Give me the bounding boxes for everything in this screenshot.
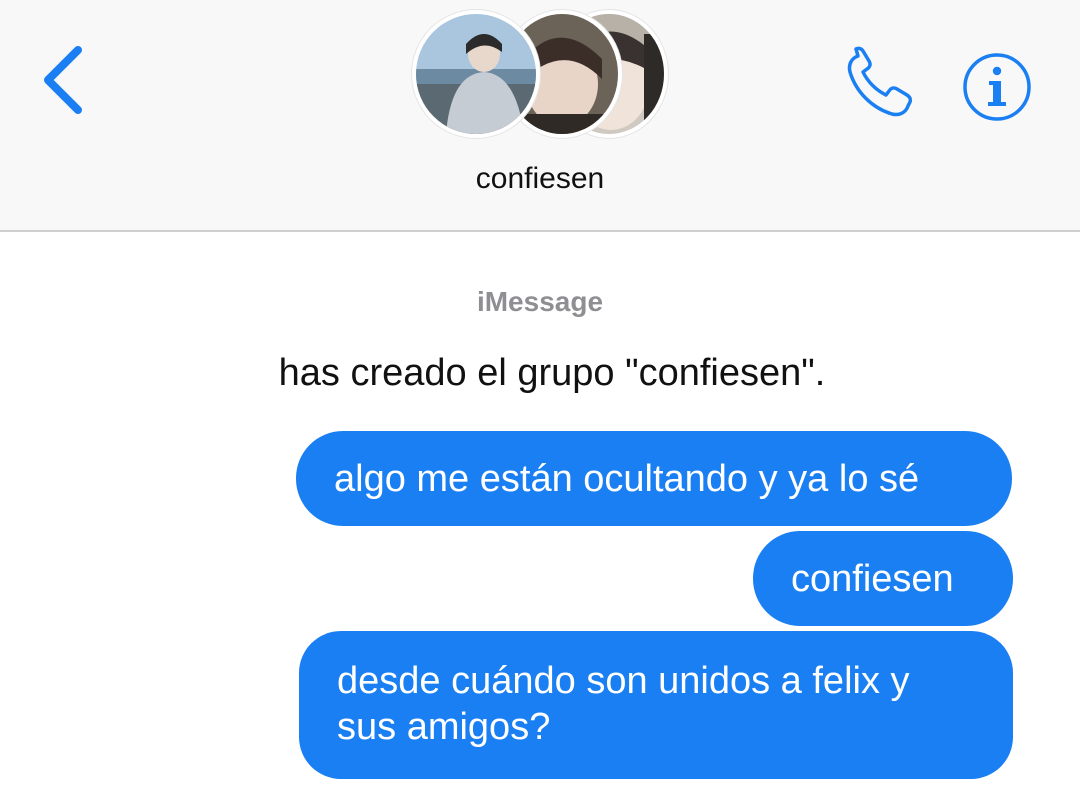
- system-message: has creado el grupo "confiesen".: [278, 352, 826, 394]
- message-bubble[interactable]: algo me están ocultando y ya lo sé: [296, 431, 1012, 526]
- info-icon: [963, 53, 1031, 121]
- group-avatars[interactable]: [410, 8, 672, 144]
- conversation-header: confiesen: [0, 0, 1080, 232]
- imessage-screen: confiesen iMessage has creado el grupo "…: [0, 0, 1080, 789]
- service-label: iMessage: [476, 286, 604, 317]
- info-button[interactable]: [960, 50, 1034, 124]
- chevron-left-icon: [44, 46, 82, 114]
- avatar: [412, 10, 540, 138]
- message-bubble[interactable]: confiesen: [753, 531, 1013, 626]
- message-bubble[interactable]: desde cuándo son unidos a felix y sus am…: [299, 631, 1013, 779]
- back-button[interactable]: [28, 40, 98, 120]
- group-name[interactable]: confiesen: [0, 162, 1080, 196]
- call-button[interactable]: [840, 46, 920, 122]
- phone-icon: [847, 46, 913, 117]
